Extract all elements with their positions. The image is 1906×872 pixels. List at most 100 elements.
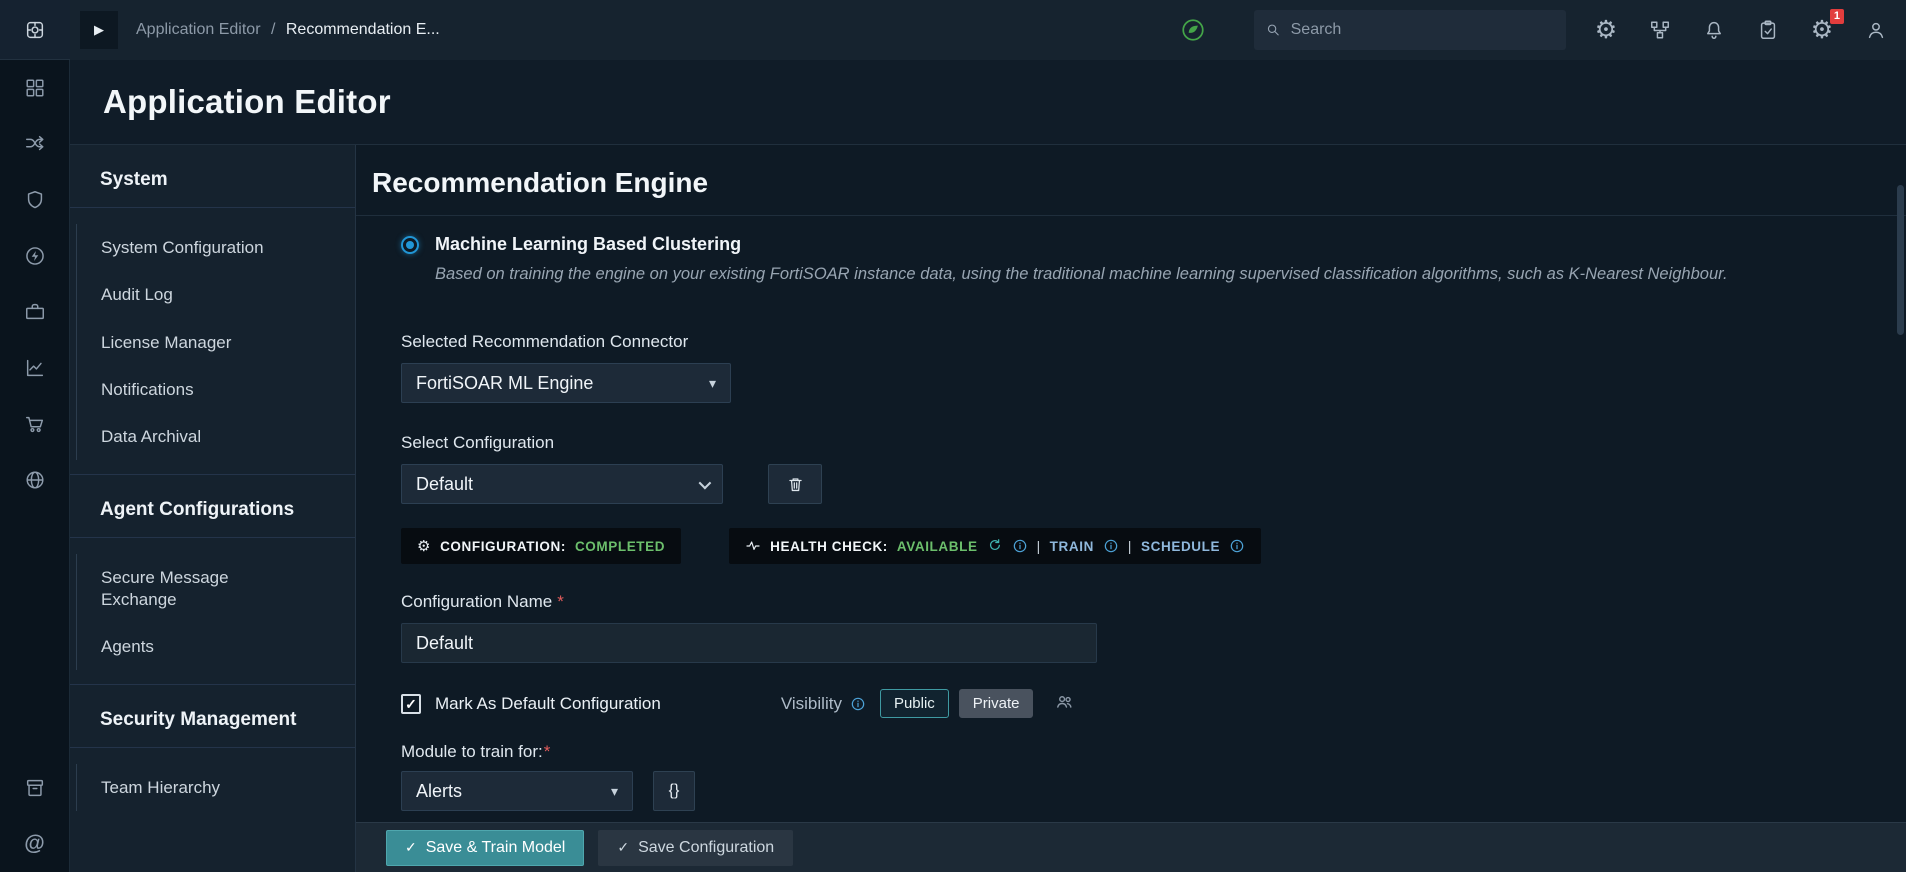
marketplace-icon[interactable] [0,396,70,452]
play-icon: ▶ [94,22,104,37]
menu-heading-agent-configurations: Agent Configurations [70,474,355,539]
menu-section-agent-configurations: Agent Configurations Secure Message Exch… [70,474,355,670]
search-input[interactable] [1290,21,1554,39]
mention-icon[interactable]: @ [0,816,70,872]
visibility-private-button[interactable]: Private [958,689,1034,718]
globe-icon[interactable] [0,452,70,508]
menu-item-audit-log[interactable]: Audit Log [77,271,355,318]
chevron-down-icon [698,476,712,489]
health-check-pill: HEALTH CHECK: AVAILABLE | TRAIN | SCHEDU… [729,528,1262,564]
check-icon: ✓ [405,695,417,712]
automation-icon[interactable] [0,228,70,284]
visibility-info-icon[interactable] [850,696,866,712]
shield-icon[interactable] [0,172,70,228]
archive-icon[interactable] [0,760,70,816]
system-health-icon[interactable] [1180,17,1206,43]
reports-icon[interactable] [0,340,70,396]
expand-sidebar-button[interactable]: ▶ [80,11,118,49]
save-configuration-label: Save Configuration [638,838,775,856]
footer-action-bar: ✓ Save & Train Model ✓ Save Configuratio… [356,822,1906,872]
menu-item-agents[interactable]: Agents [77,623,355,670]
json-view-button[interactable]: {} [653,771,695,811]
configuration-status-value: COMPLETED [574,538,666,554]
train-link[interactable]: TRAIN [1050,539,1094,554]
menu-item-team-hierarchy[interactable]: Team Hierarchy [77,764,355,811]
ml-clustering-option-row: Machine Learning Based Clustering [401,234,1906,255]
check-icon: ✓ [617,839,630,855]
page-title-bar: Application Editor [70,60,1906,145]
recommendation-form: Machine Learning Based Clustering Based … [356,234,1906,851]
settings-gear-button[interactable]: ⚙ [1592,16,1620,44]
menu-items-system: System Configuration Audit Log License M… [76,224,355,461]
ml-clustering-radio[interactable] [401,235,419,254]
refresh-icon[interactable] [987,538,1003,554]
required-asterisk: * [557,592,564,611]
visibility-label: Visibility [780,693,842,713]
gear-icon: ⚙ [1594,15,1618,44]
clipboard-check-icon [1760,20,1776,39]
default-config-row: ✓ Mark As Default Configuration Visibili… [401,689,1906,718]
bell-icon [1707,21,1721,39]
config-select-label: Select Configuration [401,433,555,452]
module-label-row: Module to train for:* [401,742,1906,762]
check-icon: ✓ [405,839,417,855]
topbar: ▶ Application Editor / Recommendation E.… [70,0,1906,60]
user-menu-button[interactable] [1862,16,1890,44]
fortisoar-logo[interactable] [0,0,70,60]
menu-item-notifications[interactable]: Notifications [77,366,355,413]
settings-menu: System System Configuration Audit Log Li… [70,145,356,872]
dashboard-icon[interactable] [0,60,70,116]
separator: | [1036,538,1041,554]
menu-items-agent: Secure Message Exchange Agents [76,554,355,670]
menu-section-security-management: Security Management Team Hierarchy [70,684,355,812]
menu-section-system: System System Configuration Audit Log Li… [70,145,355,461]
caret-down-icon: ▾ [708,374,716,391]
section-title: Recommendation Engine [356,145,1906,216]
schedule-link[interactable]: SCHEDULE [1141,539,1220,554]
train-info-icon[interactable] [1103,538,1119,554]
tasks-button[interactable] [1754,16,1782,44]
gear-icon: ⚙ [417,538,432,555]
menu-item-license-manager[interactable]: License Manager [77,319,355,366]
main-panel: Recommendation Engine Machine Learning B… [356,145,1906,872]
braces-icon: {} [668,782,680,799]
health-check-label: HEALTH CHECK: [770,538,888,554]
integrations-button[interactable] [1646,16,1674,44]
notifications-button[interactable] [1700,16,1728,44]
configuration-status-pill: ⚙ CONFIGURATION: COMPLETED [401,528,682,564]
scrollbar-thumb[interactable] [1897,185,1904,335]
delete-configuration-button[interactable] [768,464,822,504]
playbooks-icon[interactable] [0,116,70,172]
content-row: System System Configuration Audit Log Li… [70,145,1906,872]
page-title: Application Editor [103,83,391,120]
mark-default-label: Mark As Default Configuration [435,693,661,713]
app-root: @ ▶ Application Editor / Recommendation … [0,0,1906,872]
visibility-public-button[interactable]: Public [879,689,949,718]
icon-rail: @ [0,0,70,872]
breadcrumb-separator: / [270,21,276,38]
radio-dot [406,240,414,249]
config-name-label: Configuration Name [401,592,553,611]
menu-heading-system: System [70,145,355,208]
menu-item-system-configuration[interactable]: System Configuration [77,224,355,271]
configuration-select[interactable]: Default [401,464,723,504]
briefcase-icon[interactable] [0,284,70,340]
configuration-value: Default [416,473,474,494]
module-select[interactable]: Alerts ▾ [401,771,633,811]
breadcrumb-parent[interactable]: Application Editor [136,21,261,38]
mark-default-checkbox[interactable]: ✓ [401,693,421,714]
save-train-model-button[interactable]: ✓ Save & Train Model [386,829,585,866]
connector-select[interactable]: FortiSOAR ML Engine ▾ [401,363,731,403]
main-column: ▶ Application Editor / Recommendation E.… [70,0,1906,872]
menu-item-data-archival[interactable]: Data Archival [77,413,355,460]
config-name-input[interactable] [401,623,1097,663]
breadcrumb-current: Recommendation E... [285,21,440,38]
health-info-icon[interactable] [1012,538,1028,554]
save-configuration-button[interactable]: ✓ Save Configuration [598,829,794,866]
menu-item-secure-message-exchange[interactable]: Secure Message Exchange [77,554,277,623]
teams-button[interactable] [1055,692,1074,716]
trash-icon [788,477,802,491]
admin-settings-button[interactable]: ⚙ 1 [1808,9,1844,44]
required-asterisk: * [543,742,551,761]
schedule-info-icon[interactable] [1229,538,1245,554]
